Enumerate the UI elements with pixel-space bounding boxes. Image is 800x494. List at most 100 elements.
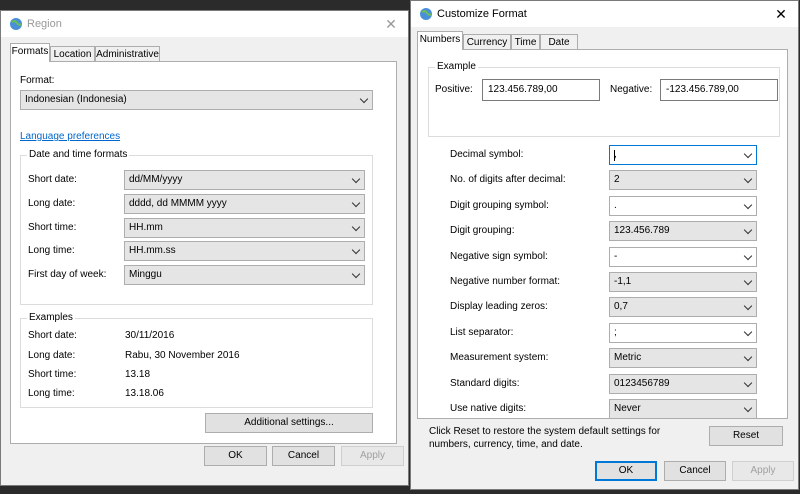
customize-cancel-button[interactable]: Cancel <box>664 461 726 481</box>
format-value: Indonesian (Indonesia) <box>25 94 127 105</box>
tab-formats-label: Formats <box>11 46 49 57</box>
chevron-down-icon <box>743 301 753 311</box>
long-time-value: HH.mm.ss <box>129 245 176 256</box>
measurement-system-value: Metric <box>614 352 642 363</box>
long-time-label: Long time: <box>28 245 75 256</box>
long-date-value: dddd, dd MMMM yyyy <box>129 198 227 209</box>
tab-formats[interactable]: Formats <box>10 43 50 62</box>
format-label: Format: <box>20 75 55 86</box>
chevron-down-icon <box>351 269 361 279</box>
native-digits-select[interactable]: Never <box>609 399 757 419</box>
chevron-down-icon <box>743 276 753 286</box>
native-digits-value: Never <box>614 403 641 414</box>
tab-numbers-label: Numbers <box>419 34 461 45</box>
list-separator-label: List separator: <box>450 327 514 338</box>
region-title: Region <box>27 18 62 30</box>
customize-apply-button[interactable]: Apply <box>732 461 794 481</box>
short-date-value: dd/MM/yyyy <box>129 174 183 185</box>
first-day-select[interactable]: Minggu <box>124 265 365 285</box>
example-group: Example Positive: 123.456.789,00 Negativ… <box>428 61 780 137</box>
chevron-down-icon <box>351 245 361 255</box>
customize-ok-button[interactable]: OK <box>595 461 657 481</box>
digit-grouping-label: Digit grouping: <box>450 225 515 236</box>
negative-number-format-select[interactable]: -1,1 <box>609 272 757 292</box>
decimal-symbol-select[interactable]: , <box>609 145 757 165</box>
reset-note: Click Reset to restore the system defaul… <box>429 426 661 450</box>
digit-grouping-symbol-label: Digit grouping symbol: <box>450 200 549 211</box>
negative-sign-label: Negative sign symbol: <box>450 251 548 262</box>
chevron-down-icon <box>743 403 753 413</box>
chevron-down-icon <box>743 174 753 184</box>
standard-digits-select[interactable]: 0123456789 <box>609 374 757 394</box>
example-long-time-value: 13.18.06 <box>125 388 164 399</box>
region-apply-button[interactable]: Apply <box>341 446 404 466</box>
chevron-down-icon <box>743 200 753 210</box>
customize-close-icon[interactable]: ✕ <box>772 5 790 23</box>
format-select[interactable]: Indonesian (Indonesia) <box>20 90 373 110</box>
negative-number-format-label: Negative number format: <box>450 276 561 287</box>
chevron-down-icon <box>743 378 753 388</box>
date-time-formats-group: Date and time formats Short date: dd/MM/… <box>20 149 373 305</box>
customize-titlebar[interactable]: Customize Format ✕ <box>411 1 798 27</box>
example-short-time-label: Short time: <box>28 369 77 380</box>
chevron-down-icon <box>359 94 369 104</box>
digits-after-decimal-value: 2 <box>614 174 620 185</box>
reset-button[interactable]: Reset <box>709 426 783 446</box>
negative-sign-select[interactable]: - <box>609 247 757 267</box>
region-window: Region ✕ Formats Location Administrative… <box>0 10 409 486</box>
region-cancel-button[interactable]: Cancel <box>272 446 335 466</box>
customize-title: Customize Format <box>437 8 527 20</box>
leading-zeros-label: Display leading zeros: <box>450 301 548 312</box>
chevron-down-icon <box>743 225 753 235</box>
standard-digits-value: 0123456789 <box>614 378 670 389</box>
examples-title: Examples <box>27 312 75 323</box>
tab-currency[interactable]: Currency <box>463 34 511 50</box>
first-day-value: Minggu <box>129 269 162 280</box>
digit-grouping-symbol-select[interactable]: . <box>609 196 757 216</box>
tab-administrative[interactable]: Administrative <box>95 46 160 62</box>
tab-date[interactable]: Date <box>540 34 578 50</box>
decimal-symbol-label: Decimal symbol: <box>450 149 524 160</box>
language-preferences-link[interactable]: Language preferences <box>20 131 120 142</box>
chevron-down-icon <box>351 198 361 208</box>
region-titlebar[interactable]: Region ✕ <box>1 11 408 37</box>
tab-time[interactable]: Time <box>511 34 540 50</box>
measurement-system-select[interactable]: Metric <box>609 348 757 368</box>
chevron-down-icon <box>743 149 753 159</box>
short-date-select[interactable]: dd/MM/yyyy <box>124 170 365 190</box>
region-ok-button[interactable]: OK <box>204 446 267 466</box>
long-date-select[interactable]: dddd, dd MMMM yyyy <box>124 194 365 214</box>
tab-time-label: Time <box>514 37 537 48</box>
globe-icon <box>420 8 432 20</box>
list-separator-select[interactable]: ; <box>609 323 757 343</box>
leading-zeros-value: 0,7 <box>614 301 628 312</box>
chevron-down-icon <box>351 174 361 184</box>
example-title: Example <box>435 61 478 72</box>
additional-settings-button[interactable]: Additional settings... <box>205 413 373 433</box>
date-time-formats-title: Date and time formats <box>27 149 130 160</box>
negative-number-format-value: -1,1 <box>614 276 632 287</box>
native-digits-label: Use native digits: <box>450 403 527 414</box>
negative-example-value: -123.456.789,00 <box>666 84 739 95</box>
tab-location-label: Location <box>53 49 92 60</box>
tab-location[interactable]: Location <box>50 46 95 62</box>
short-date-label: Short date: <box>28 174 77 185</box>
leading-zeros-select[interactable]: 0,7 <box>609 297 757 317</box>
digit-grouping-select[interactable]: 123.456.789 <box>609 221 757 241</box>
region-close-icon[interactable]: ✕ <box>382 15 400 33</box>
short-time-select[interactable]: HH.mm <box>124 218 365 238</box>
example-long-date-label: Long date: <box>28 350 76 361</box>
chevron-down-icon <box>743 327 753 337</box>
negative-sign-value: - <box>614 251 618 262</box>
example-long-date-value: Rabu, 30 November 2016 <box>125 350 240 361</box>
standard-digits-label: Standard digits: <box>450 378 520 389</box>
digit-grouping-symbol-value: . <box>614 200 617 211</box>
digits-after-decimal-select[interactable]: 2 <box>609 170 757 190</box>
chevron-down-icon <box>743 352 753 362</box>
globe-icon <box>10 18 22 30</box>
digit-grouping-value: 123.456.789 <box>614 225 670 236</box>
long-time-select[interactable]: HH.mm.ss <box>124 241 365 261</box>
tab-numbers[interactable]: Numbers <box>417 31 463 50</box>
positive-example-box: 123.456.789,00 <box>482 79 600 101</box>
chevron-down-icon <box>351 222 361 232</box>
